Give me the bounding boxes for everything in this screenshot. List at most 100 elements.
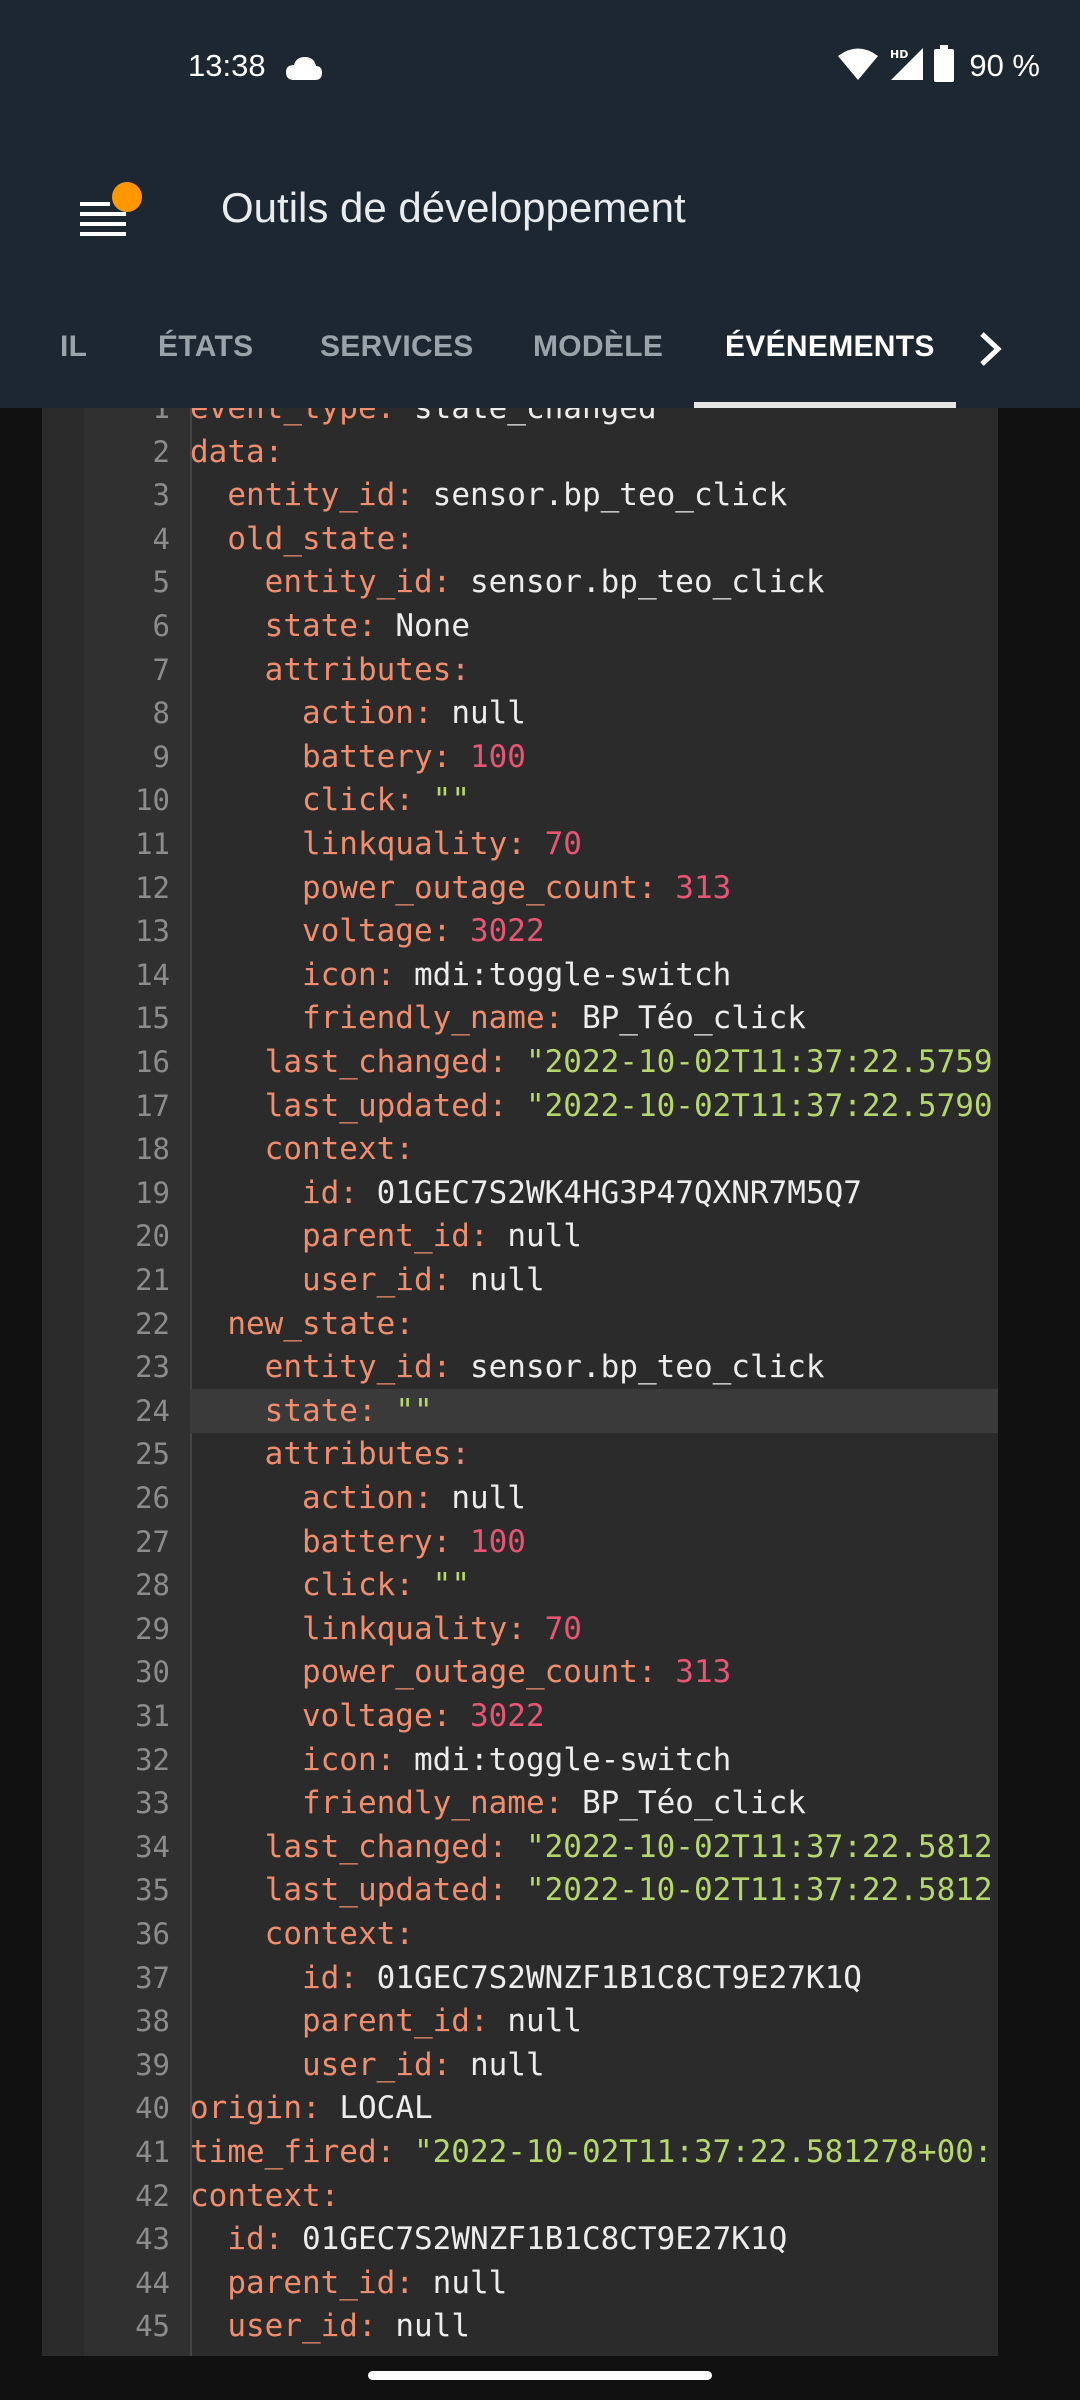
- code-line[interactable]: user_id: null: [190, 2043, 998, 2087]
- line-number: 30: [135, 1655, 170, 1690]
- yaml-colon: :: [432, 564, 452, 601]
- code-line[interactable]: icon: mdi:toggle-switch: [190, 953, 998, 997]
- code-line[interactable]: last_changed: "2022-10-02T11:37:22.5759: [190, 1040, 998, 1084]
- line-number: 44: [135, 2265, 170, 2300]
- code-line[interactable]: new_state:: [190, 1302, 998, 1346]
- tab-il[interactable]: IL: [60, 330, 87, 364]
- yaml-value: 70: [544, 826, 582, 862]
- yaml-key: friendly_name: [301, 1000, 545, 1037]
- code-line[interactable]: state: "": [190, 1388, 998, 1433]
- code-line[interactable]: id: 01GEC7S2WNZF1B1C8CT9E27K1Q: [190, 2217, 998, 2261]
- line-number: 45: [135, 2309, 170, 2344]
- line-number: 1: [152, 408, 170, 425]
- chevron-right-icon[interactable]: [970, 324, 1010, 374]
- line-number: 29: [135, 1611, 170, 1646]
- code-line[interactable]: user_id: null: [190, 1258, 998, 1302]
- code-line[interactable]: action: null: [190, 1476, 998, 1520]
- code-line[interactable]: id: 01GEC7S2WK4HG3P47QXNR7M5Q7: [190, 1171, 998, 1215]
- tab-evenements[interactable]: ÉVÉNEMENTS: [725, 330, 935, 364]
- code-line[interactable]: id: 01GEC7S2WNZF1B1C8CT9E27K1Q: [190, 1956, 998, 2000]
- menu-button[interactable]: [70, 170, 150, 250]
- line-number: 14: [135, 957, 170, 992]
- code-line[interactable]: parent_id: null: [190, 1999, 998, 2043]
- yaml-value: "2022-10-02T11:37:22.5812: [525, 1872, 993, 1909]
- yaml-colon: :: [432, 2046, 452, 2083]
- code-line[interactable]: attributes:: [190, 1432, 998, 1476]
- code-line[interactable]: parent_id: null: [190, 2261, 998, 2305]
- yaml-key: click: [301, 782, 396, 819]
- code-line[interactable]: click: "": [190, 778, 998, 822]
- battery-icon: [933, 44, 955, 88]
- code-line[interactable]: last_updated: "2022-10-02T11:37:22.5812: [190, 1868, 998, 1912]
- yaml-key: last_changed: [264, 1828, 489, 1865]
- line-number: 26: [135, 1481, 170, 1515]
- yaml-colon: :: [637, 1654, 657, 1691]
- code-line[interactable]: context:: [190, 1912, 998, 1956]
- code-line[interactable]: last_updated: "2022-10-02T11:37:22.5790: [190, 1084, 998, 1128]
- code-line[interactable]: time_fired: "2022-10-02T11:37:22.581278+…: [190, 2130, 998, 2174]
- yaml-colon: :: [488, 1872, 508, 1909]
- code-line[interactable]: linkquality: 70: [190, 822, 998, 866]
- code-line[interactable]: user_id: null: [190, 2304, 998, 2348]
- code-line[interactable]: action: null: [190, 691, 998, 735]
- code-line[interactable]: voltage: 3022: [190, 1694, 998, 1738]
- line-number: 22: [135, 1306, 170, 1341]
- yaml-key: entity_id: [264, 564, 433, 601]
- code-line[interactable]: context:: [190, 2174, 998, 2218]
- code-line[interactable]: origin: LOCAL: [190, 2086, 998, 2130]
- code-line[interactable]: entity_id: sensor.bp_teo_click: [190, 1345, 998, 1389]
- line-number: 5: [152, 565, 170, 600]
- code-line[interactable]: state: None: [190, 604, 998, 648]
- code-line[interactable]: parent_id: null: [190, 1214, 998, 1258]
- code-line[interactable]: battery: 100: [190, 1520, 998, 1564]
- code-line[interactable]: old_state:: [190, 517, 998, 561]
- yaml-key: id: [301, 1174, 340, 1211]
- yaml-value: state_changed: [413, 408, 657, 426]
- code-line[interactable]: data:: [190, 430, 998, 474]
- code-line[interactable]: battery: 100: [190, 735, 998, 779]
- yaml-editor[interactable]: 1 2 3 4 5 6 7 8 9 10 11 12 13 14 15 16 17 18 19 20 21 22 23 24 2…: [42, 408, 998, 2356]
- code-line[interactable]: last_changed: "2022-10-02T11:37:22.5812: [190, 1825, 998, 1869]
- code-line[interactable]: voltage: 3022: [190, 909, 998, 953]
- code-line[interactable]: event_type: state_changed: [190, 408, 998, 430]
- code-line[interactable]: icon: mdi:toggle-switch: [190, 1738, 998, 1782]
- code-line[interactable]: click: "": [190, 1563, 998, 1607]
- code-line[interactable]: entity_id: sensor.bp_teo_click: [190, 473, 998, 517]
- code-line[interactable]: linkquality: 70: [190, 1607, 998, 1651]
- code-content[interactable]: event_type: state_changed data: entity_id…: [190, 408, 998, 2356]
- code-line[interactable]: friendly_name: BP_Téo_click: [190, 996, 998, 1040]
- yaml-colon: :: [357, 1392, 377, 1429]
- yaml-colon: :: [320, 2177, 340, 2214]
- code-line[interactable]: power_outage_count: 313: [190, 1650, 998, 1694]
- code-line[interactable]: entity_id: sensor.bp_teo_click: [190, 560, 998, 604]
- notification-badge: [112, 182, 142, 212]
- line-number: 10: [135, 783, 170, 818]
- yaml-key: linkquality: [301, 1610, 508, 1647]
- tab-etats[interactable]: ÉTATS: [158, 330, 253, 364]
- tab-services[interactable]: SERVICES: [320, 330, 474, 364]
- tab-modele[interactable]: MODÈLE: [533, 330, 663, 364]
- yaml-key: id: [227, 2221, 265, 2258]
- code-line[interactable]: context:: [190, 1127, 998, 1171]
- code-line[interactable]: attributes:: [190, 648, 998, 692]
- code-line[interactable]: power_outage_count: 313: [190, 866, 998, 910]
- yaml-colon: :: [432, 1698, 452, 1734]
- yaml-colon: :: [544, 1785, 564, 1822]
- home-indicator[interactable]: [368, 2371, 712, 2380]
- yaml-colon: :: [432, 1523, 452, 1560]
- code-line[interactable]: friendly_name: BP_Téo_click: [190, 1781, 998, 1825]
